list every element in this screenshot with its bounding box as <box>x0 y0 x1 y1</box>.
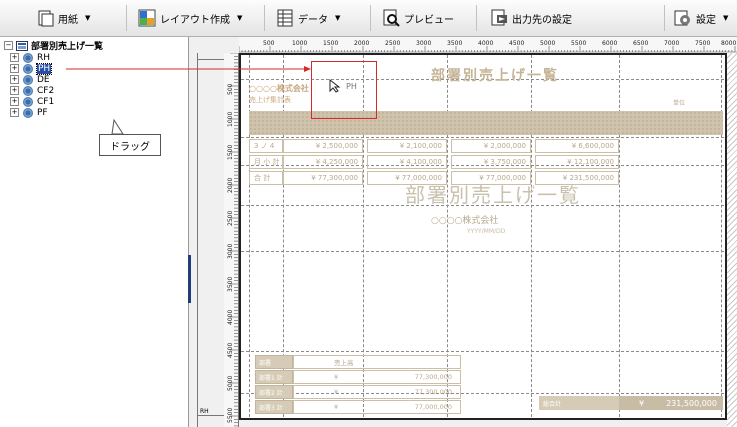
drag-arrow-overlay <box>66 66 311 72</box>
arrow-head-icon <box>304 66 311 72</box>
